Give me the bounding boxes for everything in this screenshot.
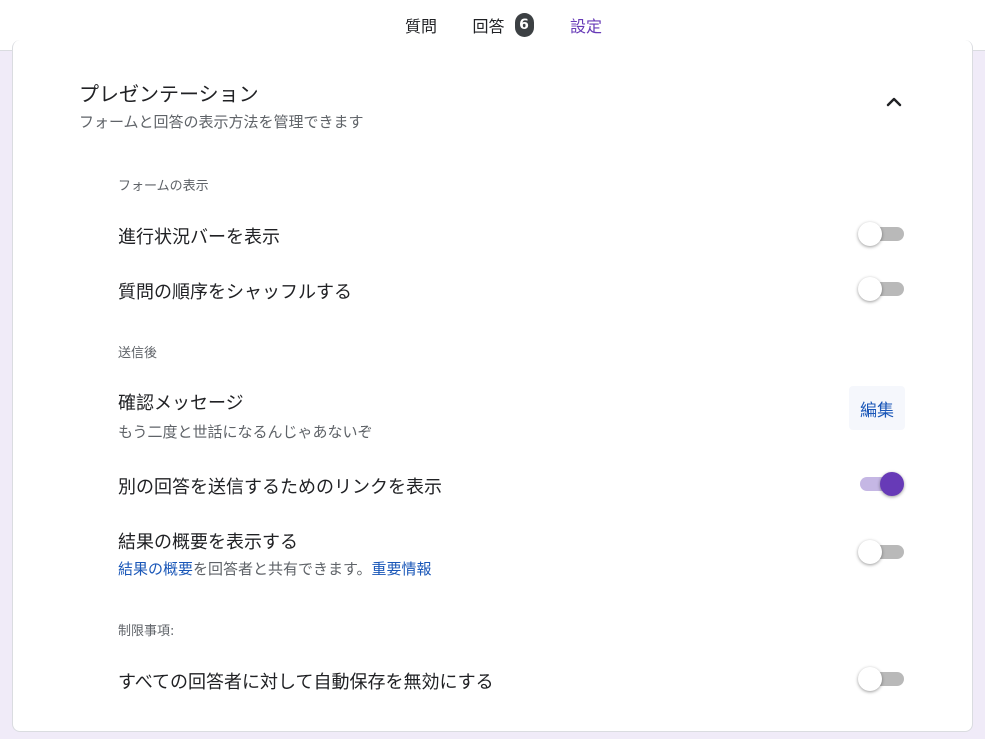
toggle-thumb [858,667,882,691]
tab-settings-label: 設定 [569,17,602,36]
show-summary-toggle[interactable] [858,538,906,566]
restrictions-heading: 制限事項: [118,624,175,639]
collapse-section-button[interactable] [879,87,909,117]
edit-button-label: 編集 [860,400,894,421]
learn-more-link[interactable]: 重要情報 [372,560,432,578]
disable-autosave-label: すべての回答者に対して自動保存を無効にする [118,672,494,693]
toggle-thumb [858,277,882,301]
show-progress-bar-toggle[interactable] [858,220,906,248]
show-progress-bar-label: 進行状況バーを表示 [118,227,280,248]
edit-confirmation-button[interactable]: 編集 [849,386,905,430]
tab-responses-label: 回答 [472,17,505,36]
confirmation-message-label: 確認メッセージ [118,393,244,414]
toggle-thumb [880,472,904,496]
toggle-thumb [858,540,882,564]
show-summary-label: 結果の概要を表示する [118,532,298,553]
toggle-thumb [858,222,882,246]
shuffle-questions-label: 質問の順序をシャッフルする [118,282,352,303]
responses-count-badge: 6 [514,13,534,37]
summary-share-text: を回答者と共有できます。 [193,560,372,578]
form-display-heading: フォームの表示 [118,179,209,194]
tab-questions-label: 質問 [404,17,437,36]
show-resubmit-link-toggle[interactable] [858,470,906,498]
confirmation-message-text: もう二度と世話になるんじゃあないぞ [118,423,373,441]
chevron-up-icon [886,97,902,107]
after-submit-heading: 送信後 [118,346,158,361]
disable-autosave-toggle[interactable] [858,665,906,693]
show-summary-subtext: 結果の概要を回答者と共有できます。重要情報 [118,558,432,579]
summary-link[interactable]: 結果の概要 [118,560,193,578]
show-resubmit-link-label: 別の回答を送信するためのリンクを表示 [118,477,442,498]
section-description: フォームと回答の表示方法を管理できます [79,113,364,131]
section-title: プレゼンテーション [79,82,259,106]
shuffle-questions-toggle[interactable] [858,275,906,303]
